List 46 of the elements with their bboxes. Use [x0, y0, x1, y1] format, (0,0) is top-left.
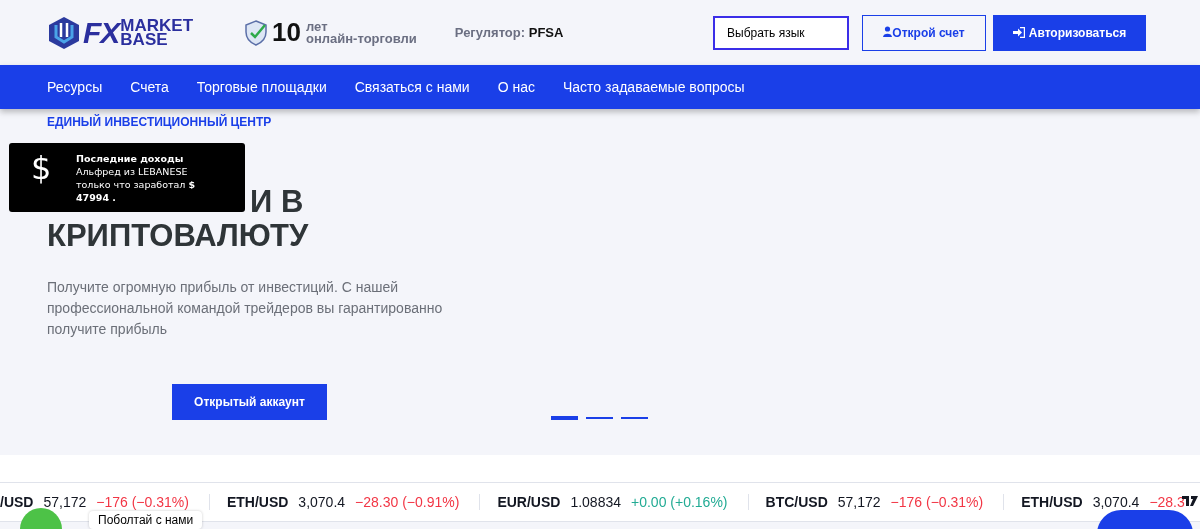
nav-link[interactable]: Часто задаваемые вопросы	[562, 79, 745, 95]
open-account-button[interactable]: Открытый аккаунт	[172, 384, 327, 420]
hero-headline: И В	[250, 185, 304, 219]
logo-text: MARKET	[120, 18, 194, 33]
ticker-price: 57,172	[43, 494, 87, 510]
years-caption: онлайн-торговли	[306, 32, 417, 45]
ticker-symbol[interactable]: EUR/USD	[497, 494, 561, 510]
shield-check-icon	[245, 19, 268, 46]
hero-text: Получите огромную прибыль от инвестиций. С нашей профессиональной командой трейдеров вы гарантированно получите прибыль	[47, 278, 444, 339]
years-unit: лет	[306, 20, 328, 33]
nav-link[interactable]: Ресурсы	[47, 79, 103, 95]
dollar-icon: $	[31, 151, 53, 212]
ticker-price: 3,070.4	[298, 494, 346, 510]
nav-link[interactable]: Связаться с нами	[354, 79, 470, 95]
user-icon	[883, 25, 893, 37]
ticker-change: −176 (−0.31%)	[96, 494, 189, 510]
regulator-label: Регулятор:	[454, 25, 526, 40]
hero-headline: КРИПТОВАЛЮТУ	[47, 219, 309, 253]
chat-label[interactable]: Поболтай с нами	[89, 511, 203, 529]
ticker-symbol[interactable]: ETH/USD	[1021, 494, 1083, 510]
logo-text: FX	[83, 15, 120, 50]
logo-text: BASE	[120, 32, 168, 47]
ticker-change: −28.30 (−0.91%)	[355, 494, 460, 510]
chart-logo-icon[interactable]	[1182, 496, 1198, 506]
sign-in-icon	[1012, 27, 1025, 38]
ticker-change: −28.3	[1149, 494, 1185, 510]
ticker-price: 3,070.4	[1092, 494, 1140, 510]
ticker-price: 1.08834	[570, 494, 621, 510]
hero-eyebrow: ЕДИНЫЙ ИНВЕСТИЦИОННЫЙ ЦЕНТР	[47, 113, 273, 129]
ticker-price: 57,172	[837, 494, 881, 510]
ticker-symbol[interactable]: /USD	[0, 494, 34, 510]
nav-link[interactable]: Торговые площадки	[196, 79, 327, 95]
ticker-symbol[interactable]: BTC/USD	[765, 494, 828, 510]
shield-logo-icon	[46, 14, 82, 51]
nav-link[interactable]: Счета	[130, 79, 169, 95]
open-account-button[interactable]: Открой счет	[862, 14, 986, 51]
login-button[interactable]: Авторизоваться	[993, 14, 1146, 51]
language-select[interactable]: Выбрать язык	[713, 15, 849, 50]
years-number: 10	[272, 17, 301, 48]
nav-link[interactable]: О нас	[497, 79, 535, 95]
ticker-symbol[interactable]: ETH/USD	[226, 494, 289, 510]
ticker-change: +0.00 (+0.16%)	[631, 494, 728, 510]
toast-text: Альфред из LEBANESE только что заработал $ 47994 .	[76, 165, 197, 204]
ticker-change: −176 (−0.31%)	[890, 494, 984, 510]
regulator-value: PFSA	[528, 25, 564, 40]
toast-title: Последние доходы	[76, 152, 185, 165]
